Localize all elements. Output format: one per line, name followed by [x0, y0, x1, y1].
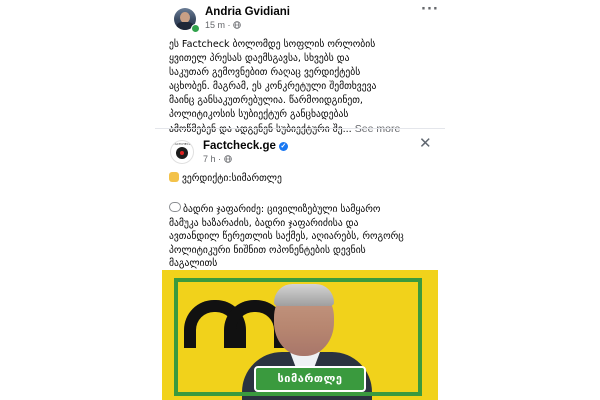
quote-line: ბადრი ჯაფარიძე: ცივილიზებული სამყარო [183, 204, 381, 215]
post-text-line: საკუთარ გემოვნებით რაღაც ვერდიქტებს [169, 67, 361, 78]
page-name-row: Factcheck.ge ✓ [203, 140, 288, 152]
verified-badge-icon: ✓ [278, 142, 288, 151]
post-text: ეს Factcheck ბოლომდე სოფლის ორლობის ყვით… [169, 38, 445, 137]
more-dots-icon[interactable]: ··· [421, 2, 439, 17]
verdict-line: ვერდიქტი:სიმართლე [169, 172, 282, 184]
verdict-text: ვერდიქტი:სიმართლე [182, 173, 282, 184]
post-text-line: ეს Factcheck ბოლომდე სოფლის ორლობის [169, 39, 376, 50]
page-avatar[interactable]: FACTCHECK [170, 140, 194, 164]
close-icon[interactable]: ✕ [419, 134, 432, 152]
author-name[interactable]: Andria Gvidiani [205, 6, 290, 18]
quote-text: ბადრი ჯაფარიძე: ცივილიზებული სამყარო მამ… [169, 202, 439, 271]
globe-icon [223, 154, 232, 164]
quote-line-first: ბადრი ჯაფარიძე: ცივილიზებული სამყარო [169, 202, 439, 217]
speech-bubble-icon [169, 202, 181, 212]
quote-line: მაგალითს [169, 258, 218, 269]
online-status-dot [191, 24, 200, 33]
divider [155, 128, 445, 129]
page-avatar-text: FACTCHECK [173, 142, 191, 146]
post-text-line: ყვითელ პრესას დაემსგავსა, სხვებს და [169, 53, 350, 64]
post-text-line: მაინც განსაკუთრებულია. წარმოიდგინეთ, [169, 95, 363, 106]
post-image[interactable]: სიმართლე [162, 270, 438, 400]
shared-post: FACTCHECK Factcheck.ge ✓ 7 h · ✕ ვერდიქტი… [155, 132, 445, 400]
judge-emoji-icon [169, 172, 179, 182]
post-meta: 15 m · [205, 20, 241, 30]
post-time[interactable]: 15 m [205, 20, 225, 30]
shared-meta: 7 h · [203, 154, 232, 164]
verdict-stamp: სიმართლე [254, 366, 366, 392]
post-text-line: აცხობენ. მაგრამ, ეს კონკრეტული შემთხვევა [169, 81, 377, 92]
quote-line: მამუკა ხაზარაძის, ბადრი ჯაფარიძისა და [169, 217, 359, 229]
feed-card: Andria Gvidiani 15 m · ··· ეს Factcheck … [155, 0, 445, 400]
globe-icon [233, 20, 241, 30]
shared-time[interactable]: 7 h [203, 154, 216, 164]
quote-line: პოლიტიკური ნიშნით ოპონენტების დევნის [169, 244, 366, 256]
page-name[interactable]: Factcheck.ge [203, 140, 276, 152]
quote-line: ავთანდილ წერეთლის საქმეს, აღიარებს, როგო… [169, 231, 404, 242]
post-text-line: პოლიტიკოსის სუბიექტურ განცხადებას [169, 109, 349, 120]
